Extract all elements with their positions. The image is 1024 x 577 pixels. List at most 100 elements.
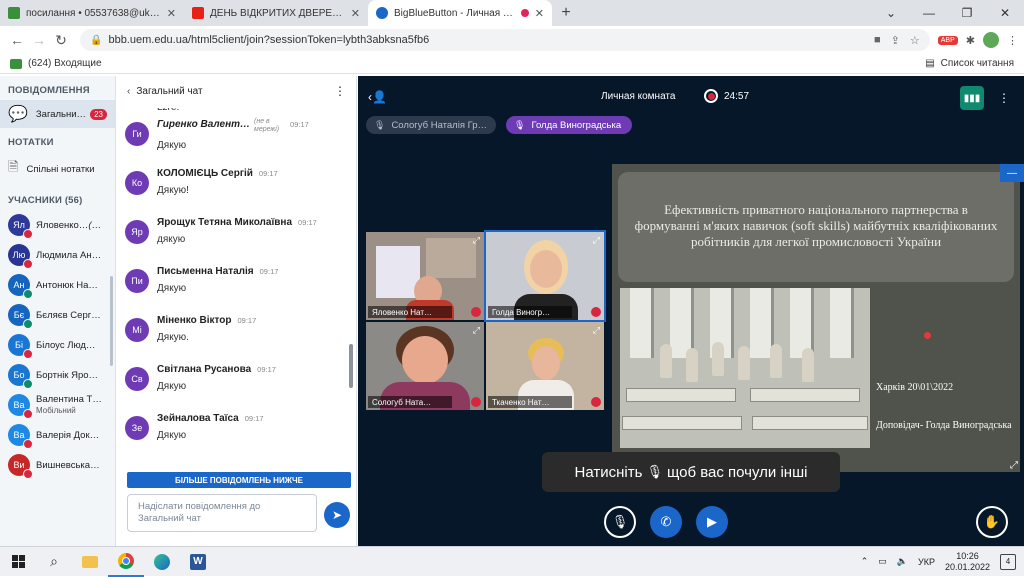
raise-hand-button[interactable]: ✋ (976, 506, 1008, 538)
file-explorer-icon[interactable] (72, 547, 108, 577)
video-tile[interactable]: ⤢ Сологуб Ната… (366, 322, 484, 410)
fullscreen-icon[interactable]: ⤢ (593, 235, 600, 246)
search-icon[interactable]: ⌕ (36, 547, 72, 577)
tab-bigbluebutton[interactable]: BigBlueButton - Личная комната ✕ (368, 0, 552, 26)
presentation-slide[interactable]: Ефективність приватного національного па… (612, 164, 1020, 472)
participant-item[interactable]: Лю Людмила Ан… (0, 240, 115, 270)
send-icon: ➤ (331, 508, 343, 522)
url-input[interactable]: 🔒 bbb.uem.edu.ua/html5client/join?sessio… (80, 29, 930, 51)
chat-title[interactable]: Загальний чат (136, 86, 202, 97)
share-icon[interactable]: ⇪ (891, 34, 900, 47)
slide-title: Ефективність приватного національного па… (618, 172, 1014, 282)
bookmark-inbox[interactable]: (624) Входящие (28, 58, 102, 69)
video-tile-active[interactable]: ⤢ Голда Виногр… (484, 230, 606, 322)
participant-face (402, 336, 448, 384)
participant-item[interactable]: Бє Бєляєв Серг… (0, 300, 115, 330)
participants-header: УЧАСНИКИ (56) (8, 195, 83, 206)
message-author: Ярощук Тетяна Миколаївна (157, 217, 293, 228)
reading-list[interactable]: Список читання (941, 58, 1014, 69)
video-tile[interactable]: ⤢ Яловенко Нат… (366, 232, 484, 320)
fullscreen-icon[interactable]: ⤢ (1010, 460, 1018, 471)
chevron-up-icon[interactable]: ⌃ (861, 556, 869, 567)
fullscreen-icon[interactable]: ⤢ (473, 325, 480, 336)
fullscreen-icon[interactable]: ⤢ (593, 325, 600, 336)
avatar: Бо (8, 364, 33, 389)
back-icon[interactable]: ← (6, 32, 28, 48)
unmute-button[interactable]: 🎙 (604, 506, 636, 538)
send-button[interactable]: ➤ (324, 502, 350, 528)
muted-mic-icon (23, 469, 33, 479)
word-icon[interactable]: W (180, 547, 216, 577)
record-indicator-icon[interactable] (704, 89, 718, 103)
participant-item[interactable]: Ви Вишневська… (0, 450, 115, 480)
camera-icon[interactable]: ■ (874, 34, 881, 47)
participant-name: Валерія Док… (36, 429, 100, 441)
edge-icon[interactable] (144, 547, 180, 577)
participant-item[interactable]: Ва Валерія Док… (0, 420, 115, 450)
network-icon[interactable]: ▭ (878, 556, 887, 567)
menu-icon[interactable]: ⋮ (1007, 34, 1018, 47)
muted-mic-icon (23, 409, 33, 419)
fullscreen-icon[interactable]: ⤢ (473, 235, 480, 246)
language-indicator[interactable]: УКР (918, 557, 935, 567)
puzzle-icon[interactable]: ✱ (966, 34, 975, 47)
close-icon[interactable]: ✕ (167, 7, 176, 20)
leave-audio-button[interactable]: ✆ (650, 506, 682, 538)
muted-icon (591, 307, 601, 317)
profile-avatar[interactable] (983, 32, 999, 48)
tab-mail[interactable]: посилання • 05537638@ukr.net ✕ (0, 0, 184, 26)
message-author: Світлана Русанова (157, 364, 252, 375)
restore-icon[interactable]: ❐ (948, 0, 986, 26)
adblock-icon[interactable]: ABP (937, 35, 958, 45)
url-text: bbb.uem.edu.ua/html5client/join?sessionT… (108, 34, 430, 46)
close-icon[interactable]: ✕ (351, 7, 360, 20)
more-options-icon[interactable]: ⋮ (334, 84, 346, 98)
chevron-left-icon[interactable]: ‹ (127, 86, 130, 97)
volume-icon[interactable]: 🔈 (897, 556, 908, 567)
participant-item[interactable]: Ял Яловенко…(Ви) (0, 210, 115, 240)
talking-indicator[interactable]: 🎙 Сологуб Наталія Гр… (366, 116, 496, 134)
message-text: дякую (157, 234, 186, 245)
avatar: Св (125, 367, 149, 391)
minimize-icon[interactable]: — (910, 0, 948, 26)
clock[interactable]: 10:26 20.01.2022 (945, 551, 990, 573)
extensions: ABP ✱ ⋮ (937, 32, 1018, 48)
participant-item[interactable]: Ва Валентина Т… Мобільний (0, 390, 115, 420)
connection-status-icon[interactable]: ▮▮▮ (960, 86, 984, 110)
participant-item[interactable]: Ан Антонюк На… (0, 270, 115, 300)
more-messages-button[interactable]: БІЛЬШЕ ПОВІДОМЛЕНЬ НИЖЧЕ (127, 472, 351, 488)
headphones-icon (23, 289, 33, 299)
windows-taskbar: ⌕ W ⌃ ▭ 🔈 УКР 10:26 20.01.2022 4 (0, 546, 1024, 577)
chevron-down-icon[interactable]: ⌄ (872, 0, 910, 26)
start-button[interactable] (0, 547, 36, 577)
close-icon[interactable]: ✕ (535, 7, 544, 20)
avatar-initials: Ва (13, 400, 25, 410)
close-window-icon[interactable]: ✕ (986, 0, 1024, 26)
chat-message-input[interactable]: Надіслати повідомлення до Загальний чат (127, 494, 317, 532)
muted-mic-icon (23, 349, 33, 359)
windows-icon (11, 555, 25, 568)
participant-item[interactable]: Бо Бортнік Яро… (0, 360, 115, 390)
reload-icon[interactable]: ↻ (50, 32, 72, 49)
talking-indicator-active[interactable]: 🎙 Голда Виноградська (506, 116, 632, 134)
star-icon[interactable]: ☆ (910, 34, 920, 47)
chat-message: Мі Міненко Віктор 09:17 Дякую. (117, 314, 351, 363)
notifications-icon[interactable]: 4 (1000, 553, 1016, 570)
chat-scrollbar[interactable] (349, 344, 353, 388)
toggle-userlist-icon[interactable]: ‹👤 (368, 90, 387, 104)
new-tab-button[interactable]: + (552, 0, 580, 26)
public-chat-label: Загальни… (35, 108, 87, 120)
tab-youtube[interactable]: ДЕНЬ ВІДКРИТИХ ДВЕРЕЙ - YouTube ✕ (184, 0, 368, 26)
scrollbar[interactable] (110, 276, 113, 366)
minimize-presentation-button[interactable]: — (1000, 164, 1024, 182)
chrome-icon[interactable] (108, 547, 144, 577)
message-text: Дякую. (157, 332, 189, 343)
public-chat-item[interactable]: 💬 Загальни… 23 (0, 100, 115, 128)
avatar: Ан (8, 274, 33, 299)
forward-icon[interactable]: → (28, 32, 50, 48)
share-webcam-button[interactable]: ▶ (696, 506, 728, 538)
shared-notes-item[interactable]: 🗎 Спільні нотатки (0, 152, 115, 186)
participant-item[interactable]: Бі Білоус Люд… (0, 330, 115, 360)
more-options-icon[interactable]: ⋮ (998, 91, 1010, 105)
video-tile[interactable]: ⤢ Ткаченко Нат… (486, 322, 604, 410)
